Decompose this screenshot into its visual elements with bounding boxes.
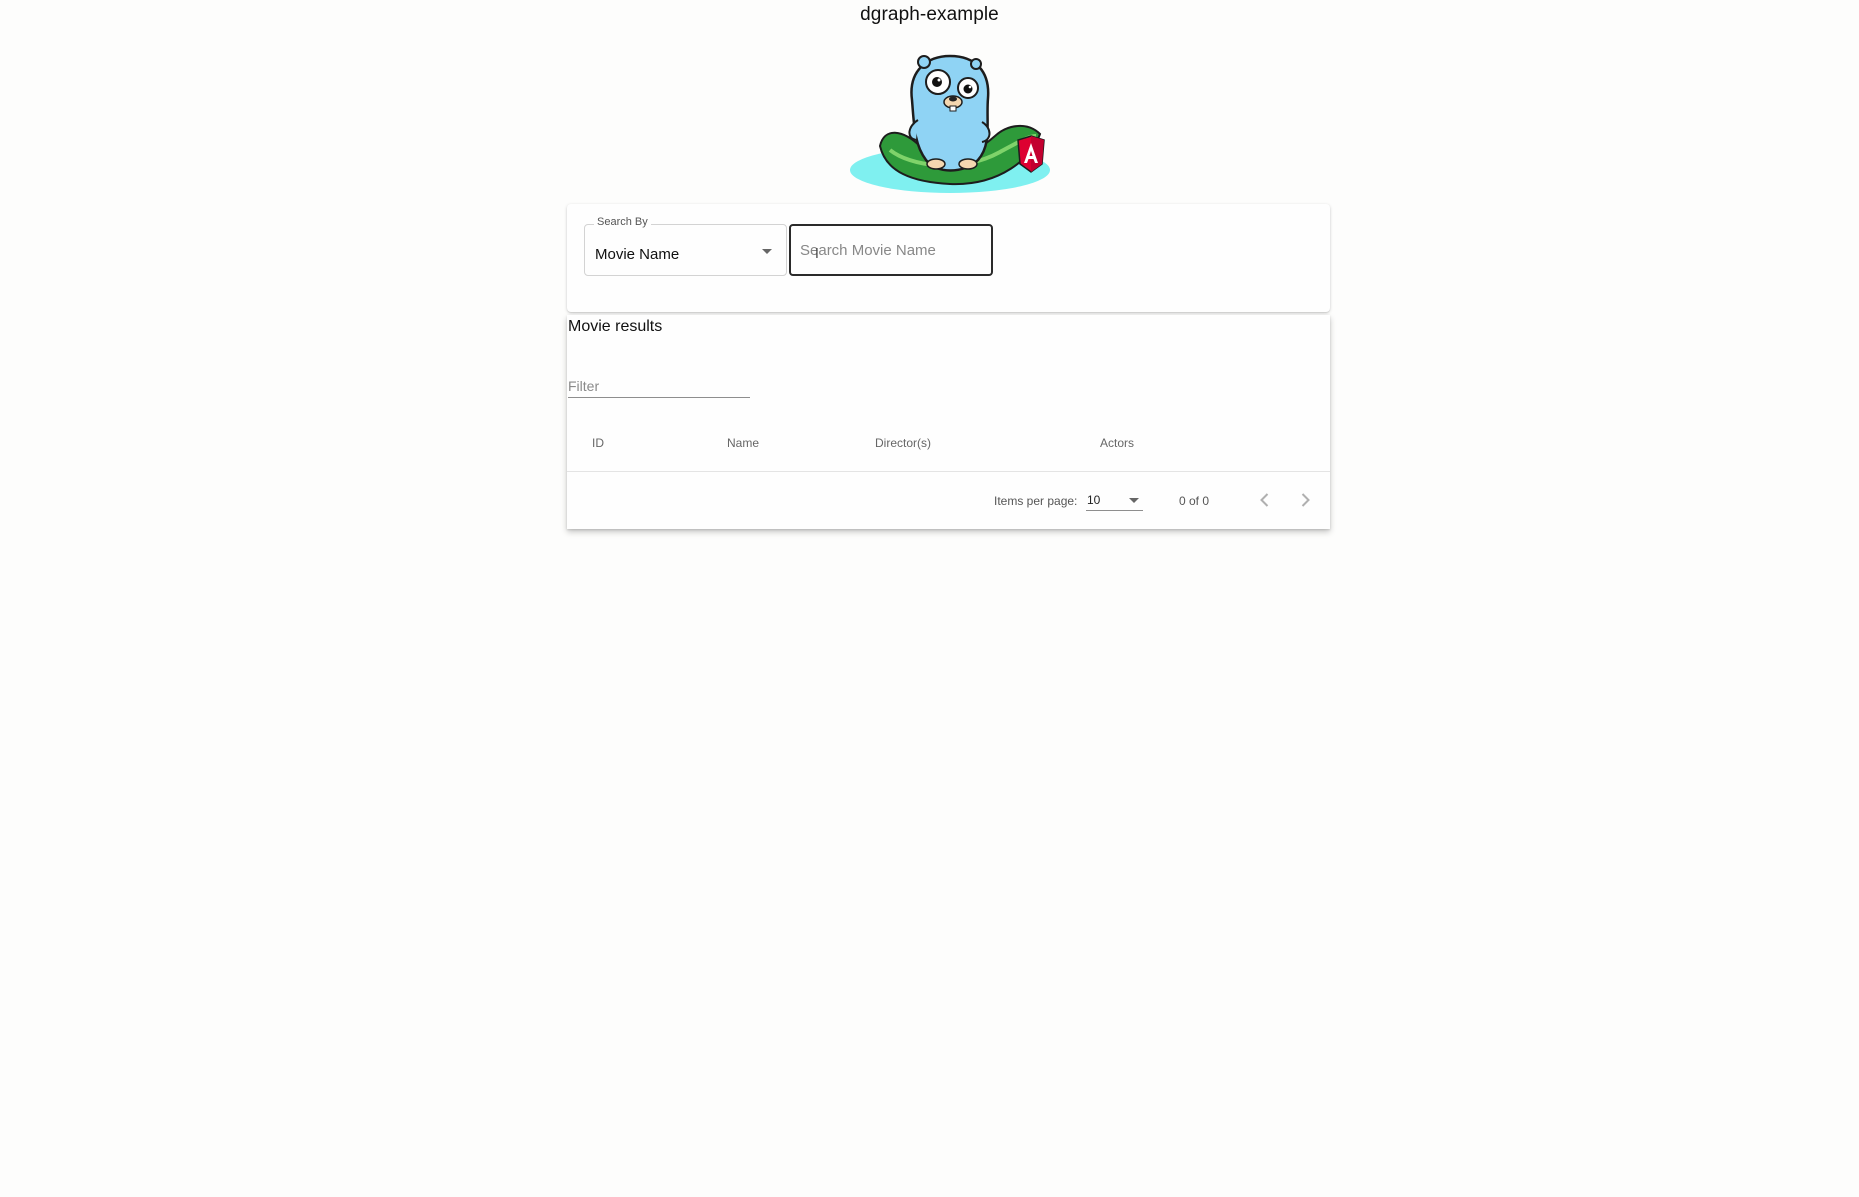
previous-page-button[interactable]	[1251, 486, 1279, 514]
search-by-label: Search By	[594, 216, 651, 228]
items-per-page-value: 10	[1087, 493, 1101, 507]
search-card: Search By Movie Name I	[567, 204, 1330, 312]
gopher-angular-logo-icon	[850, 48, 1050, 196]
column-header-directors[interactable]: Director(s)	[875, 436, 931, 450]
search-by-select[interactable]: Search By Movie Name	[584, 216, 787, 276]
chevron-down-icon	[762, 249, 772, 254]
chevron-down-icon	[1129, 498, 1139, 503]
column-header-id[interactable]: ID	[592, 436, 604, 450]
column-header-name[interactable]: Name	[727, 436, 759, 450]
column-header-actors[interactable]: Actors	[1100, 436, 1134, 450]
table-header-row: ID Name Director(s) Actors	[567, 415, 1330, 472]
results-title: Movie results	[568, 318, 663, 335]
range-label: 0 of 0	[1179, 494, 1210, 508]
search-movie-input[interactable]	[789, 224, 993, 276]
app-root: dgraph-example Search By Movie Name Sear…	[0, 0, 1859, 1197]
movie-results-card: Movie results ID Name Director(s) Actors…	[567, 315, 1330, 529]
paginator: Items per page: 10 0 of 0	[567, 472, 1330, 529]
next-page-button[interactable]	[1291, 486, 1319, 514]
page-title: dgraph-example	[860, 4, 999, 25]
search-by-value: Movie Name	[595, 246, 680, 263]
chevron-left-icon	[1260, 493, 1269, 507]
items-per-page-select[interactable]: 10	[1086, 489, 1143, 511]
filter-input[interactable]	[568, 375, 750, 398]
items-per-page-label: Items per page:	[994, 494, 1078, 508]
chevron-right-icon	[1301, 493, 1310, 507]
